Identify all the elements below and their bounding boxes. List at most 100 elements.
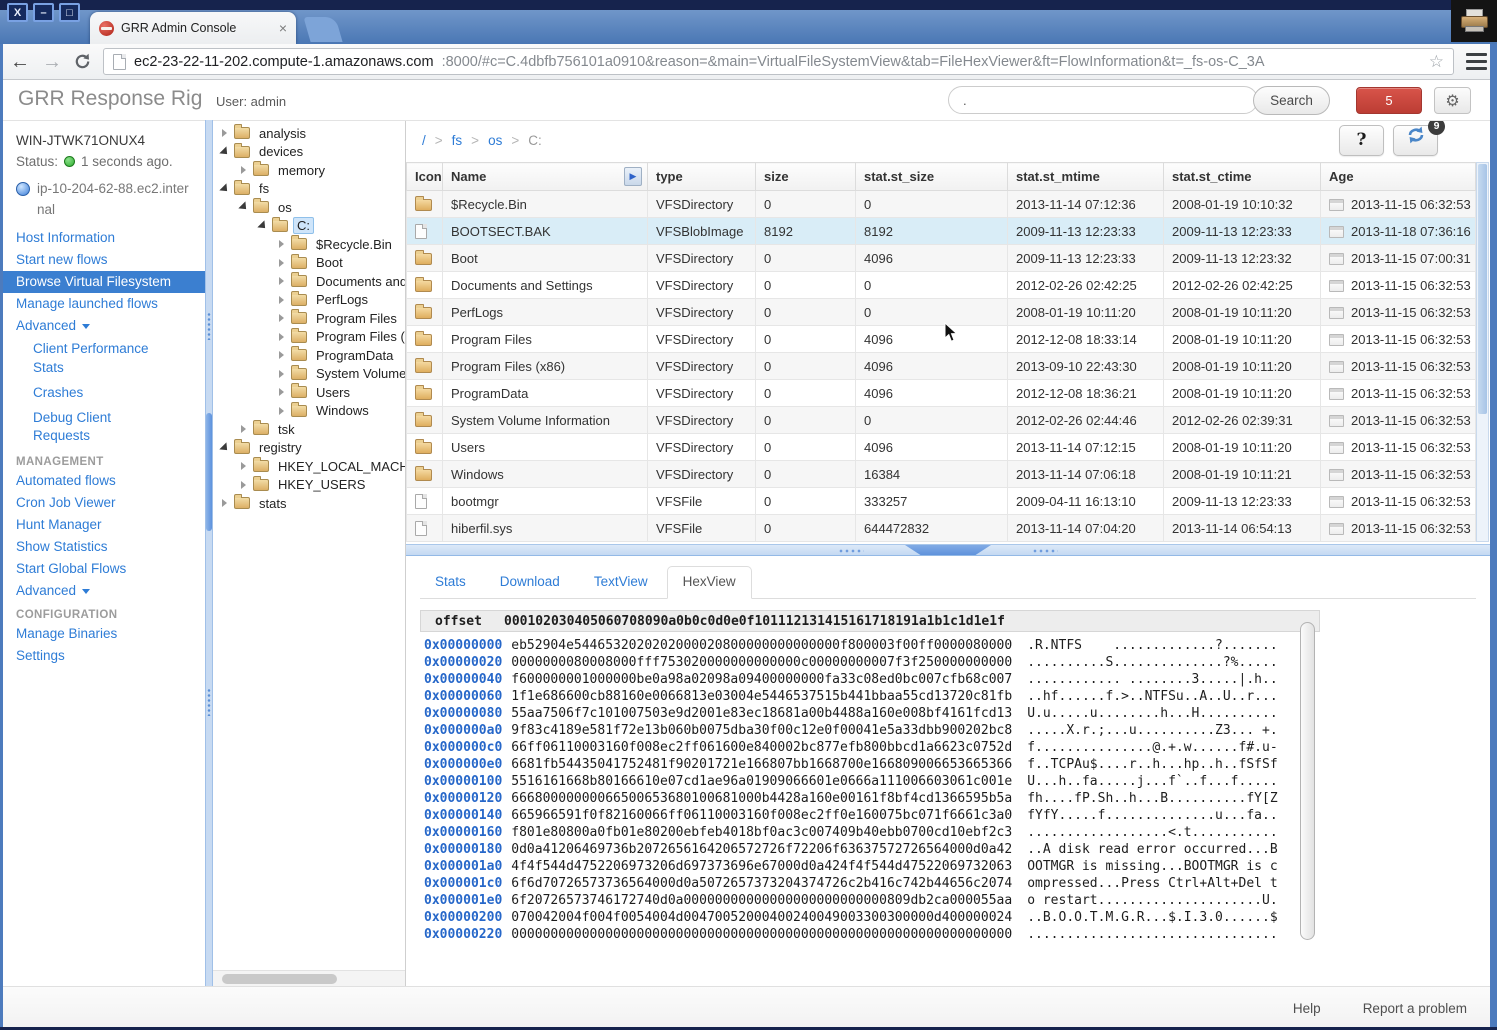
- tree-node-devices[interactable]: devices: [213, 142, 405, 162]
- reload-button-icon[interactable]: [74, 53, 91, 70]
- settings-gear-button[interactable]: ⚙: [1434, 87, 1471, 114]
- column-header-type[interactable]: type: [647, 162, 756, 191]
- collapse-arrow-icon[interactable]: [236, 204, 251, 210]
- sidebar-item-show-statistics[interactable]: Show Statistics: [0, 536, 205, 558]
- tree-node-c[interactable]: C:: [213, 216, 405, 236]
- expand-arrow-icon[interactable]: [274, 296, 289, 304]
- tree-node-label[interactable]: devices: [255, 143, 307, 160]
- tree-node-programdata[interactable]: ProgramData: [213, 346, 405, 365]
- window-close-button[interactable]: X: [7, 3, 28, 22]
- file-row-bootsect-bak[interactable]: BOOTSECT.BAK VFSBlobImage 8192 8192 2009-11-…: [406, 217, 1476, 245]
- cell-name[interactable]: Boot: [442, 244, 648, 272]
- splitter-handle[interactable]: [905, 545, 991, 555]
- column-header-size[interactable]: size: [755, 162, 856, 191]
- cell-name[interactable]: Windows: [442, 460, 648, 488]
- sidebar-item-browse-virtual-filesystem[interactable]: Browse Virtual Filesystem: [0, 270, 205, 293]
- expand-arrow-icon[interactable]: [236, 425, 251, 433]
- cell-name[interactable]: PerfLogs: [442, 298, 648, 326]
- window-minimize-button[interactable]: –: [33, 3, 54, 22]
- splitter-grip-icon[interactable]: [838, 548, 864, 554]
- tree-node-label[interactable]: $Recycle.Bin: [312, 236, 396, 253]
- cell-name[interactable]: Users: [442, 433, 648, 461]
- tree-node-label[interactable]: registry: [255, 439, 306, 456]
- file-row-bootmgr[interactable]: bootmgr VFSFile 0 333257 2009-04-11 16:13:10…: [406, 487, 1476, 515]
- collapse-arrow-icon[interactable]: [217, 445, 232, 451]
- url-bar[interactable]: ec2-23-22-11-202.compute-1.amazonaws.com…: [103, 48, 1454, 75]
- sidebar-item-settings[interactable]: Settings: [0, 645, 205, 667]
- file-row-users[interactable]: Users VFSDirectory 0 4096 2013-11-14 07:12:1…: [406, 433, 1476, 461]
- report-problem-link[interactable]: Report a problem: [1363, 1001, 1467, 1016]
- tree-node-label[interactable]: HKEY_USERS: [274, 476, 369, 493]
- file-row-program-files-x86[interactable]: Program Files (x86) VFSDirectory 0 4096 2013…: [406, 352, 1476, 380]
- splitter-grip-icon[interactable]: [207, 688, 211, 716]
- help-button[interactable]: ?: [1339, 125, 1384, 156]
- tree-node-hkey-users[interactable]: HKEY_USERS: [213, 475, 405, 495]
- expand-arrow-icon[interactable]: [236, 166, 251, 174]
- tab-download[interactable]: Download: [485, 567, 575, 598]
- sidebar-item-cron-job-viewer[interactable]: Cron Job Viewer: [0, 492, 205, 514]
- breadcrumb-os[interactable]: os: [488, 133, 502, 148]
- sidebar-item-automated-flows[interactable]: Automated flows: [0, 470, 205, 492]
- tree-node-label[interactable]: Program Files (x86): [312, 328, 405, 345]
- tree-node-os[interactable]: os: [213, 198, 405, 217]
- tree-node-program-files-x86[interactable]: Program Files (x86): [213, 327, 405, 347]
- sidebar-item-start-global-flows[interactable]: Start Global Flows: [0, 558, 205, 580]
- file-row-documents-and-settings[interactable]: Documents and Settings VFSDirectory 0 0 2012…: [406, 271, 1476, 299]
- tree-hscrollbar-thumb[interactable]: [222, 974, 337, 984]
- horizontal-splitter[interactable]: [406, 544, 1490, 556]
- tree-node-label[interactable]: Documents and Settings: [312, 273, 405, 290]
- tree-node-label[interactable]: System Volume Information: [312, 365, 405, 382]
- sidebar-item-start-new-flows[interactable]: Start new flows: [0, 249, 205, 271]
- tree-node-memory[interactable]: memory: [213, 161, 405, 180]
- back-button-icon[interactable]: ←: [10, 52, 30, 72]
- tree-node-label[interactable]: memory: [274, 162, 329, 179]
- tree-node-label[interactable]: Windows: [312, 402, 373, 419]
- sidebar-splitter[interactable]: [205, 120, 213, 986]
- tab-textview[interactable]: TextView: [579, 567, 663, 598]
- tree-node-fs[interactable]: fs: [213, 179, 405, 199]
- expand-arrow-icon[interactable]: [274, 314, 289, 322]
- help-link[interactable]: Help: [1293, 1001, 1321, 1016]
- splitter-grip-icon[interactable]: [207, 312, 211, 340]
- tab-close-icon[interactable]: ×: [279, 21, 287, 35]
- cell-name[interactable]: $Recycle.Bin: [442, 190, 648, 218]
- tree-node-label[interactable]: HKEY_LOCAL_MACHINE: [274, 458, 405, 475]
- expand-arrow-icon[interactable]: [217, 499, 232, 507]
- splitter-grip-icon[interactable]: [1032, 548, 1058, 554]
- splitter-handle[interactable]: [206, 413, 212, 531]
- tab-stats[interactable]: Stats: [420, 567, 481, 598]
- notifications-button[interactable]: 5: [1356, 87, 1422, 114]
- breadcrumb-fs[interactable]: fs: [452, 133, 463, 148]
- tree-node-program-files[interactable]: Program Files: [213, 309, 405, 328]
- expand-arrow-icon[interactable]: [274, 388, 289, 396]
- expand-arrow-icon[interactable]: [274, 407, 289, 415]
- tree-node-recycle-bin[interactable]: $Recycle.Bin: [213, 235, 405, 254]
- tree-node-label[interactable]: Program Files: [312, 310, 401, 327]
- window-maximize-button[interactable]: □: [59, 3, 80, 22]
- tree-node-users[interactable]: Users: [213, 383, 405, 402]
- sidebar-item-client-performance-stats[interactable]: Client Performance Stats: [0, 337, 179, 380]
- column-header-stat-st-mtime[interactable]: stat.st_mtime: [1007, 162, 1164, 191]
- tree-node-label[interactable]: os: [274, 199, 296, 216]
- sidebar-item-manage-binaries[interactable]: Manage Binaries: [0, 623, 205, 645]
- expand-arrow-icon[interactable]: [274, 333, 289, 341]
- tree-node-perflogs[interactable]: PerfLogs: [213, 290, 405, 310]
- sidebar-item-hunt-manager[interactable]: Hunt Manager: [0, 514, 205, 536]
- sidebar-item-advanced[interactable]: Advanced: [0, 580, 205, 602]
- sidebar-item-debug-client-requests[interactable]: Debug Client Requests: [0, 406, 179, 449]
- cell-name[interactable]: Program Files: [442, 325, 648, 353]
- breadcrumb-root[interactable]: /: [422, 133, 426, 148]
- cell-name[interactable]: hiberfil.sys: [442, 514, 648, 542]
- expand-arrow-icon[interactable]: [274, 277, 289, 285]
- collapse-arrow-icon[interactable]: [255, 223, 270, 229]
- column-header-age[interactable]: Age: [1320, 162, 1476, 191]
- cell-name[interactable]: Documents and Settings: [442, 271, 648, 299]
- tree-node-windows[interactable]: Windows: [213, 401, 405, 421]
- tree-node-label[interactable]: Users: [312, 384, 354, 401]
- file-row-boot[interactable]: Boot VFSDirectory 0 4096 2009-11-13 12:23:33…: [406, 244, 1476, 272]
- tree-node-label[interactable]: stats: [255, 495, 290, 512]
- tree-node-tsk[interactable]: tsk: [213, 420, 405, 439]
- tree-node-analysis[interactable]: analysis: [213, 124, 405, 143]
- tree-node-label[interactable]: analysis: [255, 125, 310, 142]
- browser-tab[interactable]: GRR Admin Console ×: [90, 12, 296, 44]
